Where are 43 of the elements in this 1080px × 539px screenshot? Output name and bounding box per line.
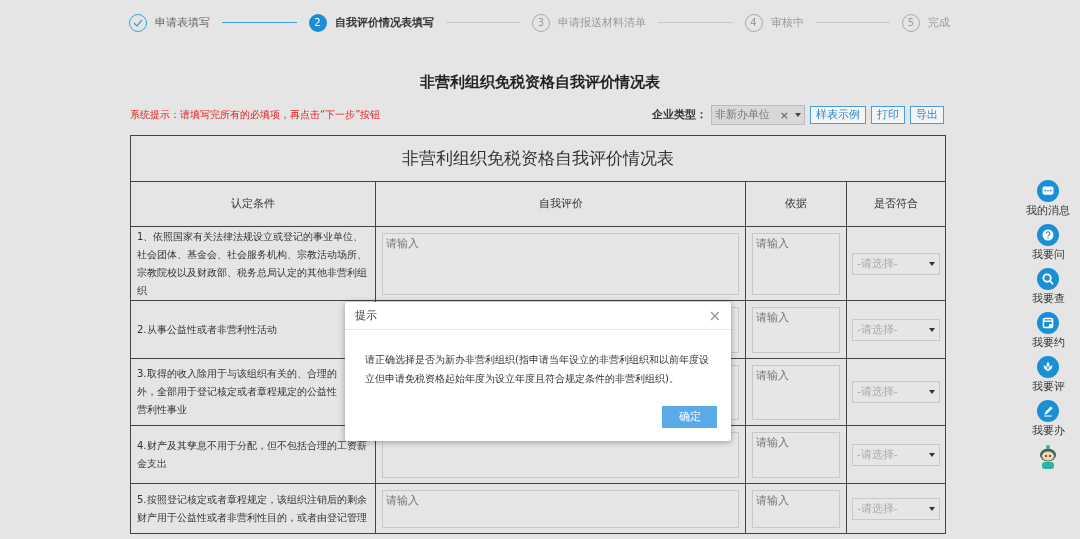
- step-label: 审核中: [770, 15, 804, 30]
- system-hint: 系统提示：请填写完所有的必填项，再点击“下一步”按钮: [130, 108, 382, 122]
- step-label: 申请表填写: [155, 15, 210, 30]
- basis-field[interactable]: 请输入: [752, 489, 840, 528]
- enterprise-type-select[interactable]: 非新办单位 ×: [711, 105, 805, 125]
- dialog-title: 提示: [355, 308, 377, 323]
- toolbar-button[interactable]: 样表示例: [810, 106, 866, 124]
- criterion-cell: 5.按照登记核定或者章程规定，该组织注销后的剩余 财产用于公益性或者非营利性目的，或者由登记管理: [130, 483, 376, 534]
- basis-field[interactable]: 请输入: [752, 364, 840, 420]
- step-label: 自我评价情况表填写: [334, 15, 434, 30]
- page-title: 非营利组织免税资格自我评价情况表: [419, 73, 661, 92]
- confirm-button[interactable]: 确定: [662, 406, 717, 428]
- self-evaluation-field[interactable]: 请输入: [382, 232, 739, 295]
- basis-field[interactable]: 请输入: [752, 232, 840, 295]
- question-icon[interactable]: [1037, 224, 1059, 246]
- step-label: 完成: [928, 15, 950, 30]
- step-number: 2: [308, 13, 327, 32]
- table-title: 非营利组织免税资格自我评价情况表: [130, 135, 946, 182]
- side-menu-label[interactable]: 我要问: [1031, 248, 1065, 262]
- basis-field[interactable]: 请输入: [752, 431, 840, 478]
- pen-icon[interactable]: [1037, 400, 1059, 422]
- toolbar-button[interactable]: 导出: [910, 106, 944, 124]
- column-header: 依据: [745, 181, 847, 227]
- step-label: 申请报送材料清单: [558, 15, 646, 30]
- side-menu-label[interactable]: 我要查: [1031, 292, 1065, 306]
- column-header: 认定条件: [130, 181, 376, 227]
- side-menu-label[interactable]: 我要约: [1031, 336, 1065, 350]
- close-button[interactable]: ×: [708, 306, 721, 325]
- enterprise-type-label: 企业类型：: [652, 108, 707, 122]
- side-menu-label[interactable]: 我要办: [1031, 424, 1065, 438]
- calendar-icon[interactable]: [1037, 312, 1059, 334]
- mascot-drawing[interactable]: [1037, 444, 1059, 470]
- criterion-cell: 1、依照国家有关法律法规设立或登记的事业单位、 社会团体、基金会、社会服务机构、宗教活动场所、 宗教院校以及财政部、税务总局认定的其他非营利组 织: [130, 226, 376, 301]
- column-header: 是否符合: [846, 181, 946, 227]
- check-icon: [129, 13, 147, 32]
- column-header: 自我评价: [375, 181, 746, 227]
- basis-field[interactable]: 请输入: [752, 306, 840, 353]
- message-icon[interactable]: [1037, 180, 1059, 202]
- side-menu-label[interactable]: 我要评: [1031, 380, 1065, 394]
- self-evaluation-field[interactable]: 请输入: [382, 489, 739, 528]
- side-menu-label[interactable]: 我的消息: [1026, 204, 1070, 218]
- search-icon[interactable]: [1037, 268, 1059, 290]
- toolbar-button[interactable]: 打印: [871, 106, 905, 124]
